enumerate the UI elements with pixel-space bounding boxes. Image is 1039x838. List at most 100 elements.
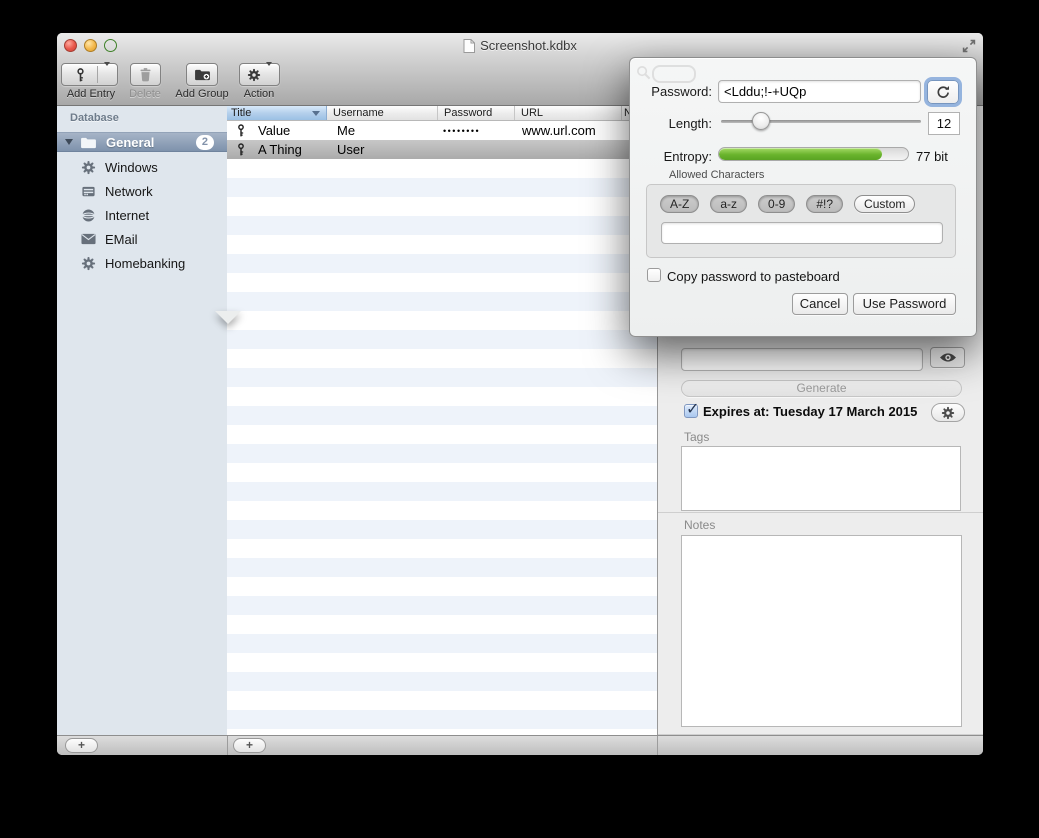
notes-label: Notes (684, 518, 715, 532)
slider-thumb[interactable] (752, 112, 770, 130)
entropy-label: Entropy: (630, 149, 712, 164)
sidebar-group-label: General (106, 135, 154, 150)
table-row[interactable]: Value Me •••••••• www.url.com (227, 121, 657, 140)
title-bar[interactable]: Screenshot.kdbx (57, 33, 983, 58)
sidebar-item-label: EMail (105, 232, 138, 247)
window-title-area: Screenshot.kdbx (57, 33, 983, 58)
copy-to-pasteboard-checkbox[interactable] (647, 268, 661, 282)
sidebar-item-label: Windows (105, 160, 158, 175)
sidebar-item-internet[interactable]: Internet (57, 203, 227, 227)
generate-button[interactable]: Generate (681, 380, 962, 397)
action-label: Action (219, 88, 299, 100)
expires-checkbox[interactable]: ✓ (684, 404, 698, 418)
add-entry-plus-button[interactable]: + (233, 738, 266, 753)
length-slider[interactable] (721, 120, 921, 123)
folder-icon (80, 136, 97, 149)
generated-password-field[interactable] (718, 80, 921, 103)
column-header-password[interactable]: Password (438, 106, 515, 120)
expiry-options-button[interactable] (931, 403, 965, 422)
cell-password: •••••••• (438, 126, 515, 136)
sidebar-item-label: Internet (105, 208, 149, 223)
gear-icon (247, 68, 261, 82)
delete-button[interactable] (130, 63, 161, 86)
chevron-down-icon (261, 66, 272, 84)
tags-input[interactable] (681, 446, 961, 511)
sidebar-group-general[interactable]: General 2 (57, 132, 227, 152)
gear-icon (941, 406, 955, 420)
sidebar-item-windows[interactable]: Windows (57, 155, 227, 179)
magnifier-icon (636, 65, 651, 80)
divider (227, 736, 228, 755)
table-row-selected[interactable]: A Thing User (227, 140, 657, 159)
charset-symbols-button[interactable]: #!? (806, 195, 843, 213)
entry-count-badge: 2 (196, 135, 214, 150)
reveal-password-button[interactable] (930, 347, 965, 368)
charset-lowercase-button[interactable]: a-z (710, 195, 747, 213)
cell-username: User (327, 142, 438, 157)
key-icon (236, 123, 246, 138)
password-label: Password: (630, 84, 712, 99)
cell-title: Value (258, 123, 290, 138)
tags-label: Tags (684, 430, 709, 444)
bottom-bar: + + (57, 735, 983, 755)
add-entry-button[interactable] (61, 63, 118, 86)
cell-url: www.url.com (515, 123, 622, 138)
sidebar-item-email[interactable]: EMail (57, 227, 227, 251)
divider (657, 736, 658, 755)
popover-arrow (215, 311, 241, 324)
key-icon (236, 142, 246, 157)
sidebar-section-header: Database (70, 112, 119, 124)
disclosure-triangle-icon[interactable] (65, 139, 73, 145)
regenerate-button[interactable] (927, 80, 959, 104)
entry-table: Title Username Password URL Notes Value … (227, 106, 657, 735)
password-generator-popover: Password: Length: 12 Entropy: 77 bit All… (629, 57, 977, 337)
cell-username: Me (327, 123, 438, 138)
sidebar: Database General 2 Windows Network Inter… (57, 106, 227, 735)
globe-icon (81, 208, 96, 223)
custom-characters-field[interactable] (661, 222, 943, 244)
document-icon (463, 39, 475, 53)
eye-icon (939, 352, 957, 363)
password-field[interactable] (681, 348, 923, 371)
key-icon (75, 67, 86, 83)
trash-icon (139, 67, 152, 82)
allowed-characters-box: A-Z a-z 0-9 #!? Custom (646, 184, 956, 258)
refresh-icon (936, 85, 950, 99)
charset-uppercase-button[interactable]: A-Z (660, 195, 699, 213)
charset-custom-button[interactable]: Custom (854, 195, 915, 213)
action-button[interactable] (239, 63, 280, 86)
sort-descending-icon (312, 111, 320, 116)
column-header-title[interactable]: Title (227, 106, 327, 120)
cell-title: A Thing (258, 142, 302, 157)
length-value[interactable]: 12 (928, 112, 960, 135)
cancel-button[interactable]: Cancel (792, 293, 848, 315)
folder-plus-icon (194, 68, 211, 81)
add-group-button[interactable] (186, 63, 218, 86)
empty-row-stripes (227, 159, 657, 735)
checkmark-icon: ✓ (686, 399, 699, 419)
add-group-plus-button[interactable]: + (65, 738, 98, 753)
sidebar-item-network[interactable]: Network (57, 179, 227, 203)
server-icon (81, 184, 96, 199)
sidebar-item-homebanking[interactable]: Homebanking (57, 251, 227, 275)
copy-to-pasteboard-label: Copy password to pasteboard (667, 269, 840, 284)
column-header-url[interactable]: URL (515, 106, 622, 120)
entropy-meter-fill (719, 148, 882, 160)
column-header-username[interactable]: Username (327, 106, 438, 120)
window-title: Screenshot.kdbx (480, 38, 577, 53)
table-header: Title Username Password URL Notes (227, 106, 657, 121)
app-window: Screenshot.kdbx Add Entry Delete (57, 33, 983, 755)
sidebar-item-label: Homebanking (105, 256, 185, 271)
table-body: Value Me •••••••• www.url.com A Thing Us… (227, 121, 657, 735)
expires-label: Expires at: Tuesday 17 March 2015 (703, 404, 917, 419)
chevron-down-icon[interactable] (98, 66, 116, 84)
sidebar-item-label: Network (105, 184, 153, 199)
notes-input[interactable] (681, 535, 962, 727)
charset-digits-button[interactable]: 0-9 (758, 195, 795, 213)
use-password-button[interactable]: Use Password (853, 293, 956, 315)
fullscreen-icon[interactable] (962, 39, 976, 53)
gear-icon (81, 256, 96, 271)
length-label: Length: (630, 116, 712, 131)
section-divider (658, 512, 983, 513)
desktop-background: Screenshot.kdbx Add Entry Delete (0, 0, 1039, 838)
